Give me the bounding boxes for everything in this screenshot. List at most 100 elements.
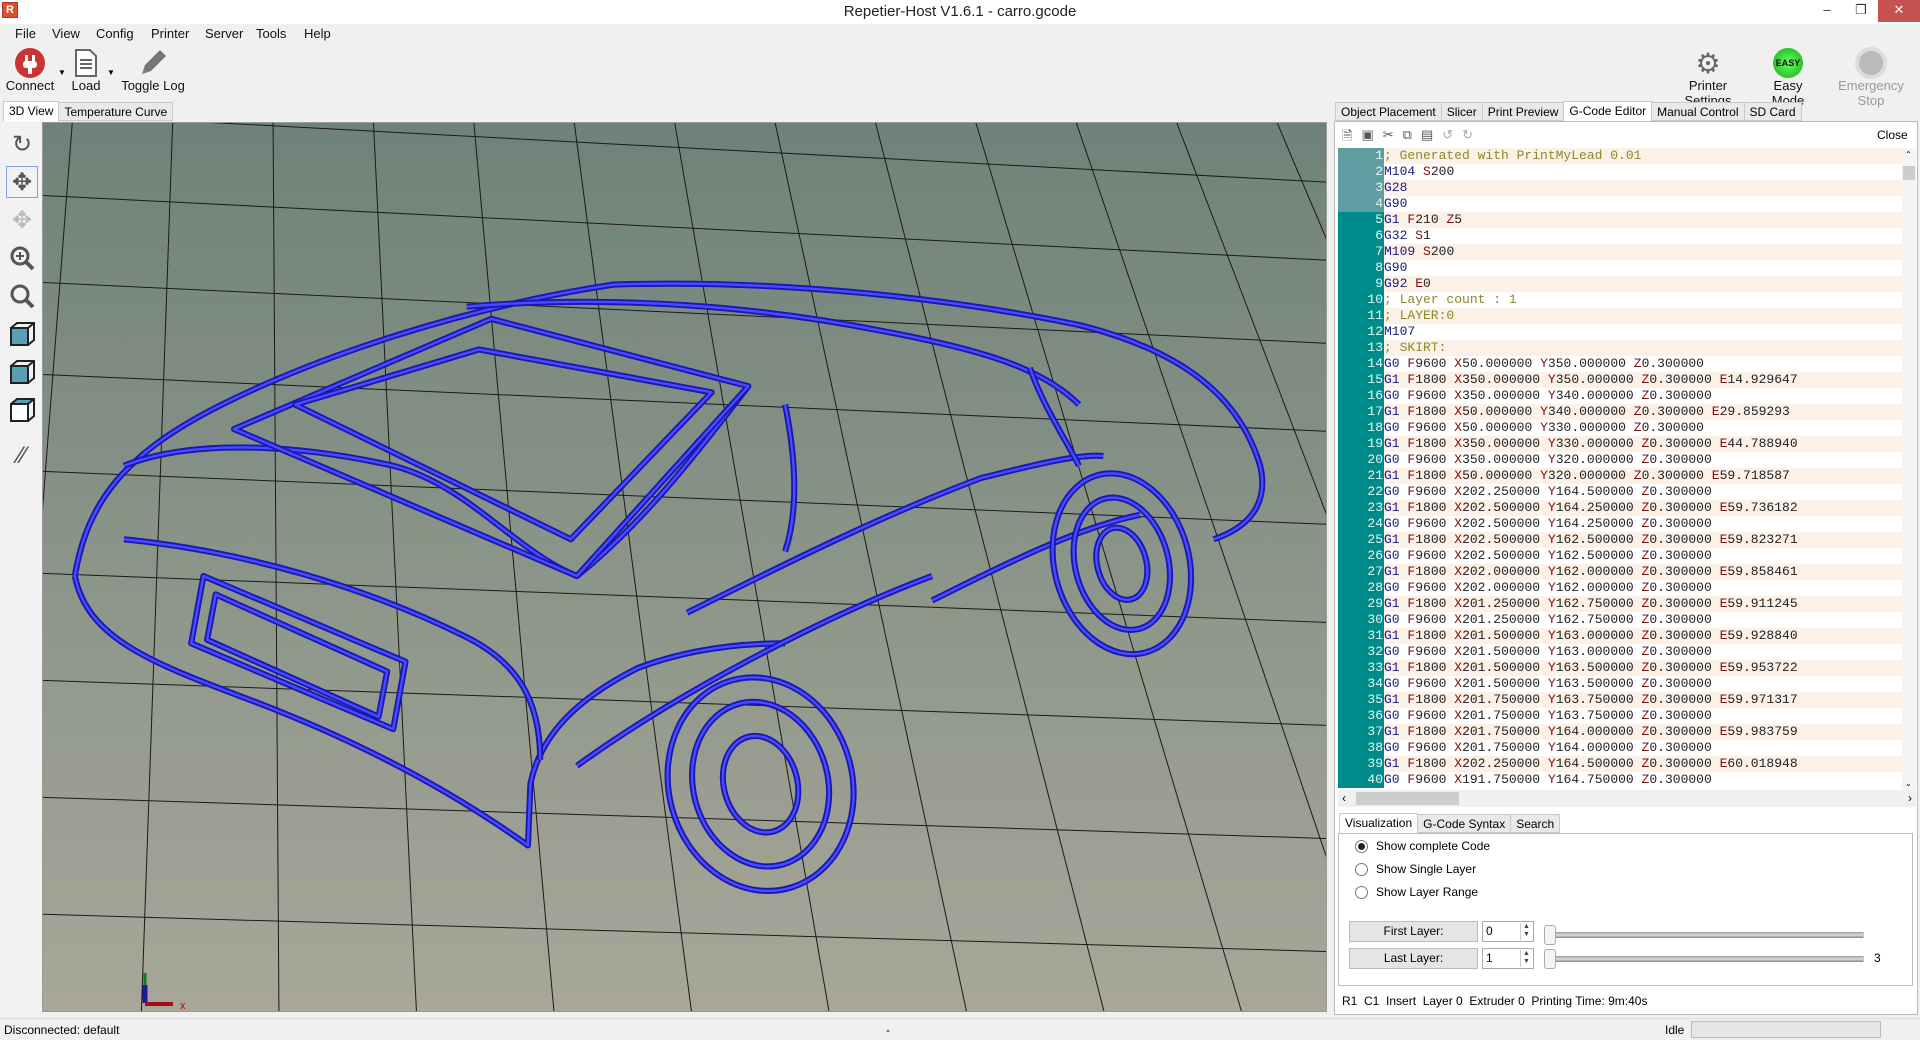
code-line[interactable]: 7 M109 S200 bbox=[1338, 244, 1902, 260]
tab-print-preview[interactable]: Print Preview bbox=[1481, 102, 1565, 121]
load-dropdown-arrow[interactable]: ▼ bbox=[107, 68, 115, 77]
code-line[interactable]: 14 G0 F9600 X50.000000 Y350.000000 Z0.300… bbox=[1338, 356, 1902, 372]
code-line[interactable]: 38 G0 F9600 X201.750000 Y164.000000 Z0.30… bbox=[1338, 740, 1902, 756]
last-layer-button[interactable]: Last Layer: bbox=[1349, 948, 1478, 969]
spinner-arrows[interactable]: ▲ ▼ bbox=[1520, 950, 1532, 967]
code-line[interactable]: 33 G1 F1800 X201.500000 Y163.500000 Z0.30… bbox=[1338, 660, 1902, 676]
code-line[interactable]: 23 G1 F1800 X202.500000 Y164.250000 Z0.30… bbox=[1338, 500, 1902, 516]
easy-mode-button[interactable]: EASY Easy Mode bbox=[1756, 48, 1820, 108]
new-file-icon[interactable]: 🗎 bbox=[1342, 127, 1352, 149]
rotate-icon[interactable]: ↻ bbox=[6, 128, 38, 160]
menu-file[interactable]: File bbox=[15, 26, 36, 41]
menu-config[interactable]: Config bbox=[96, 26, 134, 41]
3d-scene[interactable]: x bbox=[43, 123, 1327, 1012]
code-line[interactable]: 30 G0 F9600 X201.250000 Y162.750000 Z0.30… bbox=[1338, 612, 1902, 628]
vertical-scrollbar[interactable]: ⌃ ⌄ bbox=[1902, 148, 1916, 790]
copy-icon[interactable]: ⧉ bbox=[1403, 127, 1412, 149]
paste-icon[interactable]: ▤ bbox=[1421, 127, 1433, 149]
code-line[interactable]: 5 G1 F210 Z5 bbox=[1338, 212, 1902, 228]
tab-search[interactable]: Search bbox=[1510, 814, 1561, 833]
code-line[interactable]: 22 G0 F9600 X202.250000 Y164.500000 Z0.30… bbox=[1338, 484, 1902, 500]
tab-slicer[interactable]: Slicer bbox=[1440, 102, 1483, 121]
code-line[interactable]: 2 M104 S200 bbox=[1338, 164, 1902, 180]
tab-gcode-editor[interactable]: G-Code Editor bbox=[1563, 101, 1653, 122]
emergency-stop-button[interactable]: Emergency Stop bbox=[1824, 47, 1918, 108]
connect-button[interactable]: Connect bbox=[4, 48, 56, 93]
hscroll-thumb[interactable] bbox=[1356, 792, 1459, 805]
iso-view-icon[interactable] bbox=[6, 318, 38, 350]
zoom-fit-icon[interactable] bbox=[6, 280, 38, 312]
toggle-log-button[interactable]: Toggle Log bbox=[120, 48, 186, 93]
load-button[interactable]: Load bbox=[68, 48, 104, 93]
parallel-projection-icon[interactable]: ⁄⁄ bbox=[6, 440, 38, 472]
code-line[interactable]: 21 G1 F1800 X50.000000 Y320.000000 Z0.300… bbox=[1338, 468, 1902, 484]
code-line[interactable]: 40 G0 F9600 X191.750000 Y164.750000 Z0.30… bbox=[1338, 772, 1902, 788]
code-line[interactable]: 6 G32 S1 bbox=[1338, 228, 1902, 244]
undo-icon[interactable]: ↺ bbox=[1442, 127, 1453, 149]
code-line[interactable]: 18 G0 F9600 X50.000000 Y330.000000 Z0.300… bbox=[1338, 420, 1902, 436]
code-line[interactable]: 32 G0 F9600 X201.500000 Y163.000000 Z0.30… bbox=[1338, 644, 1902, 660]
connect-dropdown-arrow[interactable]: ▼ bbox=[58, 68, 66, 77]
close-window-button[interactable]: ✕ bbox=[1878, 0, 1920, 22]
first-layer-button[interactable]: First Layer: bbox=[1349, 921, 1478, 942]
tab-3d-view[interactable]: 3D View bbox=[3, 101, 60, 122]
top-view-icon[interactable] bbox=[6, 394, 38, 426]
code-line[interactable]: 20 G0 F9600 X350.000000 Y320.000000 Z0.30… bbox=[1338, 452, 1902, 468]
code-line[interactable]: 31 G1 F1800 X201.500000 Y163.000000 Z0.30… bbox=[1338, 628, 1902, 644]
code-line[interactable]: 25 G1 F1800 X202.500000 Y162.500000 Z0.30… bbox=[1338, 532, 1902, 548]
radio-show-complete-code[interactable]: Show complete Code bbox=[1355, 839, 1490, 853]
code-line[interactable]: 35 G1 F1800 X201.750000 Y163.750000 Z0.30… bbox=[1338, 692, 1902, 708]
last-layer-spinner[interactable]: 1 ▲ ▼ bbox=[1482, 948, 1534, 969]
last-layer-slider[interactable] bbox=[1548, 956, 1864, 962]
tab-gcode-syntax[interactable]: G-Code Syntax bbox=[1417, 814, 1512, 833]
code-line[interactable]: 19 G1 F1800 X350.000000 Y330.000000 Z0.30… bbox=[1338, 436, 1902, 452]
code-line[interactable]: 34 G0 F9600 X201.500000 Y163.500000 Z0.30… bbox=[1338, 676, 1902, 692]
horizontal-scrollbar[interactable]: ‹ › bbox=[1338, 790, 1916, 807]
code-line[interactable]: 16 G0 F9600 X350.000000 Y340.000000 Z0.30… bbox=[1338, 388, 1902, 404]
menu-server[interactable]: Server bbox=[205, 26, 243, 41]
menu-view[interactable]: View bbox=[52, 26, 80, 41]
code-line[interactable]: 9 G92 E0 bbox=[1338, 276, 1902, 292]
first-layer-spinner[interactable]: 0 ▲ ▼ bbox=[1482, 921, 1534, 942]
code-line[interactable]: 27 G1 F1800 X202.000000 Y162.000000 Z0.30… bbox=[1338, 564, 1902, 580]
tab-sd-card[interactable]: SD Card bbox=[1743, 102, 1802, 121]
move-icon[interactable]: ✥ bbox=[6, 166, 38, 198]
code-line[interactable]: 8 G90 bbox=[1338, 260, 1902, 276]
menu-help[interactable]: Help bbox=[304, 26, 331, 41]
tab-visualization[interactable]: Visualization bbox=[1339, 813, 1419, 834]
code-line[interactable]: 12 M107 bbox=[1338, 324, 1902, 340]
first-layer-slider-thumb[interactable] bbox=[1544, 925, 1556, 945]
radio-show-single-layer[interactable]: Show Single Layer bbox=[1355, 862, 1476, 876]
code-line[interactable]: 11; LAYER:0 bbox=[1338, 308, 1902, 324]
code-line[interactable]: 15 G1 F1800 X350.000000 Y350.000000 Z0.30… bbox=[1338, 372, 1902, 388]
code-line[interactable]: 37 G1 F1800 X201.750000 Y164.000000 Z0.30… bbox=[1338, 724, 1902, 740]
code-line[interactable]: 24 G0 F9600 X202.500000 Y164.250000 Z0.30… bbox=[1338, 516, 1902, 532]
gcode-text-area[interactable]: 1; Generated with PrintMyLead 0.01 2 M104 … bbox=[1338, 148, 1902, 790]
scroll-thumb[interactable] bbox=[1903, 166, 1915, 180]
radio-show-layer-range[interactable]: Show Layer Range bbox=[1355, 885, 1478, 899]
tab-temperature-curve[interactable]: Temperature Curve bbox=[58, 102, 174, 121]
code-line[interactable]: 17 G1 F1800 X50.000000 Y340.000000 Z0.300… bbox=[1338, 404, 1902, 420]
code-line[interactable]: 10; Layer count : 1 bbox=[1338, 292, 1902, 308]
minimize-button[interactable]: – bbox=[1810, 0, 1844, 22]
code-line[interactable]: 39 G1 F1800 X202.250000 Y164.500000 Z0.30… bbox=[1338, 756, 1902, 772]
move-object-icon[interactable]: ✥ bbox=[6, 204, 38, 236]
tab-object-placement[interactable]: Object Placement bbox=[1335, 102, 1442, 121]
cut-icon[interactable]: ✂ bbox=[1383, 127, 1394, 149]
code-line[interactable]: 1; Generated with PrintMyLead 0.01 bbox=[1338, 148, 1902, 164]
first-layer-slider[interactable] bbox=[1548, 932, 1864, 938]
code-line[interactable]: 4 G90 bbox=[1338, 196, 1902, 212]
code-line[interactable]: 26 G0 F9600 X202.500000 Y162.500000 Z0.30… bbox=[1338, 548, 1902, 564]
printer-settings-button[interactable]: ⚙ Printer Settings bbox=[1666, 48, 1750, 109]
menu-tools[interactable]: Tools bbox=[256, 26, 286, 41]
code-line[interactable]: 13; SKIRT: bbox=[1338, 340, 1902, 356]
code-line[interactable]: 29 G1 F1800 X201.250000 Y162.750000 Z0.30… bbox=[1338, 596, 1902, 612]
code-line[interactable]: 3 G28 bbox=[1338, 180, 1902, 196]
save-icon[interactable]: ▣ bbox=[1361, 127, 1373, 149]
zoom-in-icon[interactable] bbox=[6, 242, 38, 274]
code-line[interactable]: 28 G0 F9600 X202.000000 Y162.000000 Z0.30… bbox=[1338, 580, 1902, 596]
3d-viewport[interactable]: x bbox=[42, 122, 1327, 1012]
front-view-icon[interactable] bbox=[6, 356, 38, 388]
redo-icon[interactable]: ↻ bbox=[1462, 127, 1473, 149]
spinner-arrows[interactable]: ▲ ▼ bbox=[1520, 923, 1532, 940]
